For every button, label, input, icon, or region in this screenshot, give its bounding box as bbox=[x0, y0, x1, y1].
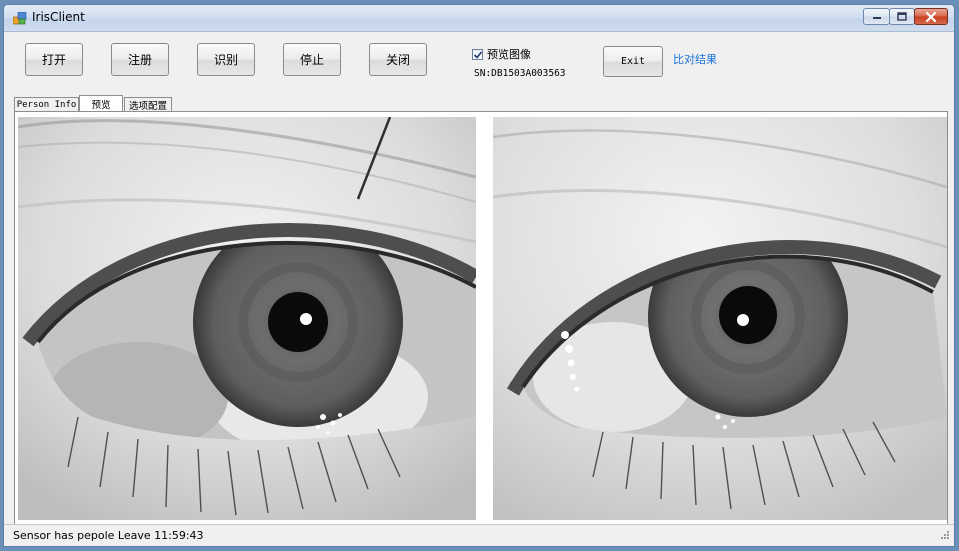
compare-result-link[interactable]: 比对结果 bbox=[673, 51, 717, 67]
close-icon bbox=[925, 11, 937, 22]
tab-person-info[interactable]: Person Info bbox=[14, 97, 79, 111]
maximize-button[interactable] bbox=[889, 8, 915, 25]
minimize-button[interactable] bbox=[863, 8, 890, 25]
title-bar[interactable]: IrisClient bbox=[4, 5, 954, 32]
status-text: Sensor has pepole Leave 11:59:43 bbox=[13, 529, 204, 542]
window-title: IrisClient bbox=[32, 10, 85, 24]
tab-preview[interactable]: 预览 bbox=[79, 95, 123, 111]
resize-grip-icon[interactable] bbox=[940, 529, 950, 543]
preview-checkbox-control[interactable]: 预览图像 bbox=[472, 46, 531, 62]
status-bar: Sensor has pepole Leave 11:59:43 bbox=[4, 524, 954, 546]
minimize-icon bbox=[872, 16, 881, 19]
tab-options[interactable]: 选项配置 bbox=[124, 97, 172, 112]
right-eye-image bbox=[493, 117, 947, 520]
checkmark-icon bbox=[473, 50, 483, 59]
register-button[interactable]: 注册 bbox=[111, 43, 169, 76]
app-icon bbox=[12, 11, 27, 25]
preview-checkbox-label: 预览图像 bbox=[487, 48, 531, 61]
main-window: IrisClient 打开 注册 识别 停止 关闭 预览图像 SN:DB1503… bbox=[3, 4, 955, 547]
open-button[interactable]: 打开 bbox=[25, 43, 83, 76]
serial-number-label: SN:DB1503A003563 bbox=[474, 68, 566, 79]
left-eye-image bbox=[18, 117, 476, 520]
preview-checkbox[interactable] bbox=[472, 48, 483, 60]
exit-button[interactable]: Exit bbox=[603, 46, 663, 77]
preview-panel bbox=[14, 111, 948, 525]
close-device-button[interactable]: 关闭 bbox=[369, 43, 427, 76]
identify-button[interactable]: 识别 bbox=[197, 43, 255, 76]
close-button[interactable] bbox=[914, 8, 948, 25]
maximize-icon bbox=[897, 12, 907, 21]
stop-button[interactable]: 停止 bbox=[283, 43, 341, 76]
